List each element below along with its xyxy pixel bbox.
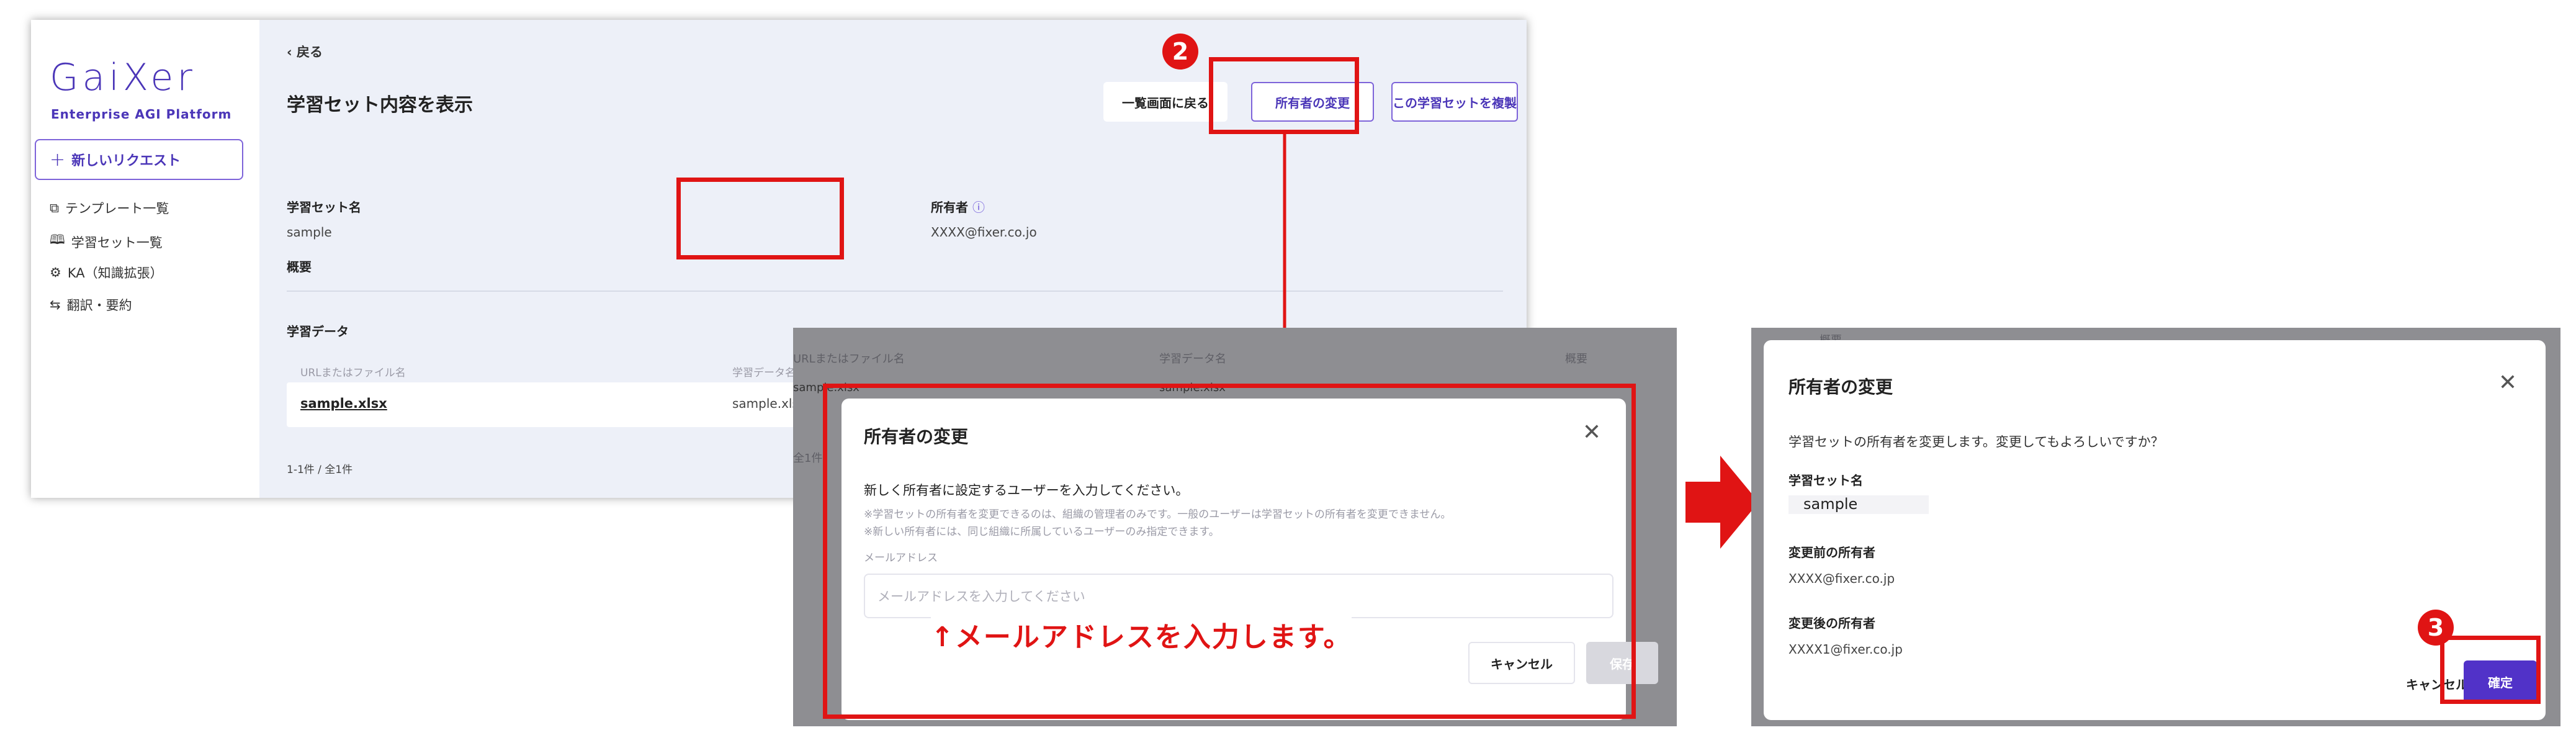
close-icon[interactable]: ✕ xyxy=(2498,370,2517,395)
col-dataname-header: 学習データ名 xyxy=(732,367,796,379)
change-owner-dialog-screenshot: URLまたはファイル名 学習データ名 概要 sample.xlsx sample… xyxy=(793,328,1677,726)
duplicate-set-button[interactable]: この学習セットを複製 xyxy=(1391,82,1518,122)
set-name-label: 学習セット名 xyxy=(1788,473,1863,488)
bg-col-dataname: 学習データ名 xyxy=(1159,353,1226,366)
set-name-label: 学習セット名 xyxy=(287,200,361,215)
divider xyxy=(287,291,1503,292)
back-link[interactable]: ‹ 戻る xyxy=(287,42,323,61)
logo-subtitle: Enterprise AGI Platform xyxy=(51,107,232,122)
owner-highlight-box xyxy=(676,178,844,259)
right-arrow-icon xyxy=(1685,456,1759,549)
copy-icon: ⧉ xyxy=(50,200,59,215)
sidebar-item-ka[interactable]: ⚙ KA（知識拡張） xyxy=(50,263,163,282)
sidebar-item-translate[interactable]: ⇆ 翻訳・要約 xyxy=(50,295,132,314)
file-link[interactable]: sample.xlsx xyxy=(300,396,387,411)
col-url-header: URLまたはファイル名 xyxy=(300,367,406,379)
info-icon[interactable]: ⓘ xyxy=(972,200,985,215)
page-title: 学習セット内容を表示 xyxy=(287,94,473,116)
chevron-left-icon: ‹ xyxy=(287,45,297,60)
bg-col-url: URLまたはファイル名 xyxy=(793,353,905,366)
pagination-text: 1-1件 / 全1件 xyxy=(287,464,353,476)
before-owner-value: XXXX@fixer.co.jp xyxy=(1788,571,1895,586)
sidebar-item-label: 翻訳・要約 xyxy=(66,298,132,313)
confirm-highlight-box xyxy=(2440,636,2541,704)
sidebar-item-label: 学習セット一覧 xyxy=(71,235,163,250)
owner-label: 所有者 ⓘ xyxy=(931,197,985,215)
before-owner-label: 変更前の所有者 xyxy=(1788,545,1875,560)
sidebar: GaiXer Enterprise AGI Platform + 新しいリクエス… xyxy=(31,20,259,498)
set-name-value: sample xyxy=(287,225,332,240)
annotation-text: ↑メールアドレスを入力します。 xyxy=(931,615,1352,654)
owner-value: XXXX@fixer.co.jo xyxy=(931,225,1037,240)
dialog-title: 所有者の変更 xyxy=(1788,377,1893,397)
sidebar-item-label: KA（知識拡張） xyxy=(67,266,163,281)
step-3-badge: 3 xyxy=(2418,610,2454,646)
bg-col-summary: 概要 xyxy=(1565,353,1587,366)
step-2-badge: 2 xyxy=(1162,34,1198,70)
confirm-owner-dialog: 所有者の変更 ✕ 学習セットの所有者を変更します。変更してもよろしいですか？ 学… xyxy=(1764,340,2546,720)
set-name-value: sample xyxy=(1788,495,1929,514)
knowledge-icon: ⚙ xyxy=(50,265,61,280)
sidebar-item-label: テンプレート一覧 xyxy=(65,201,169,216)
button-highlight-box xyxy=(1209,57,1359,134)
new-request-label: 新しいリクエスト xyxy=(71,153,181,169)
after-owner-label: 変更後の所有者 xyxy=(1788,616,1875,631)
logo: GaiXer xyxy=(50,56,196,99)
dialog-highlight-box xyxy=(823,384,1636,719)
learning-data-label: 学習データ xyxy=(287,324,349,339)
owner-label-text: 所有者 xyxy=(931,200,968,215)
summary-label: 概要 xyxy=(287,259,312,274)
sidebar-item-learning-sets[interactable]: 🕮 学習セット一覧 xyxy=(50,231,163,253)
book-icon: 🕮 xyxy=(50,232,65,247)
plus-icon: + xyxy=(50,148,66,171)
translate-icon: ⇆ xyxy=(50,297,61,312)
sidebar-item-templates[interactable]: ⧉ テンプレート一覧 xyxy=(50,199,169,217)
bg-count: 全1件 xyxy=(793,452,823,465)
confirm-dialog-screenshot: 概要 所有者の変更 ✕ 学習セットの所有者を変更します。変更してもよろしいですか… xyxy=(1751,328,2560,726)
new-request-button[interactable]: + 新しいリクエスト xyxy=(35,139,243,180)
after-owner-value: XXXX1@fixer.co.jp xyxy=(1788,642,1903,657)
confirm-message: 学習セットの所有者を変更します。変更してもよろしいですか？ xyxy=(1788,435,2164,449)
back-label: 戻る xyxy=(296,45,323,60)
